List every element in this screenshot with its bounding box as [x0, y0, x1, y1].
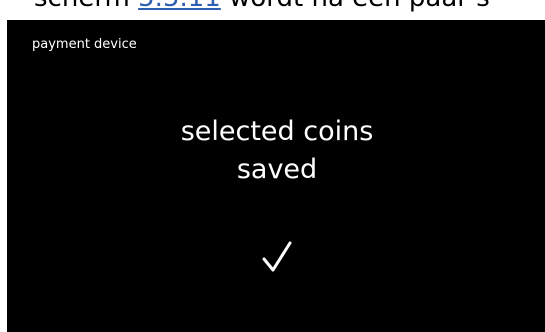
screen-title: payment device	[32, 37, 137, 52]
device-screen: payment device selected coins saved	[7, 20, 545, 332]
message-line-1: selected coins	[180, 116, 374, 147]
section-link[interactable]: 5.5.11	[138, 0, 221, 13]
document-text-after-link: wordt na een paar s	[221, 0, 490, 13]
message-line-2: saved	[236, 154, 318, 185]
checkmark-icon	[262, 241, 292, 272]
document-text-before-link: scherm	[34, 0, 138, 13]
page: scherm 5.5.11 wordt na een paar s paymen…	[0, 0, 545, 332]
document-text-line: scherm 5.5.11 wordt na een paar s	[34, 0, 490, 11]
confirmation-message: selected coins saved	[7, 113, 545, 189]
